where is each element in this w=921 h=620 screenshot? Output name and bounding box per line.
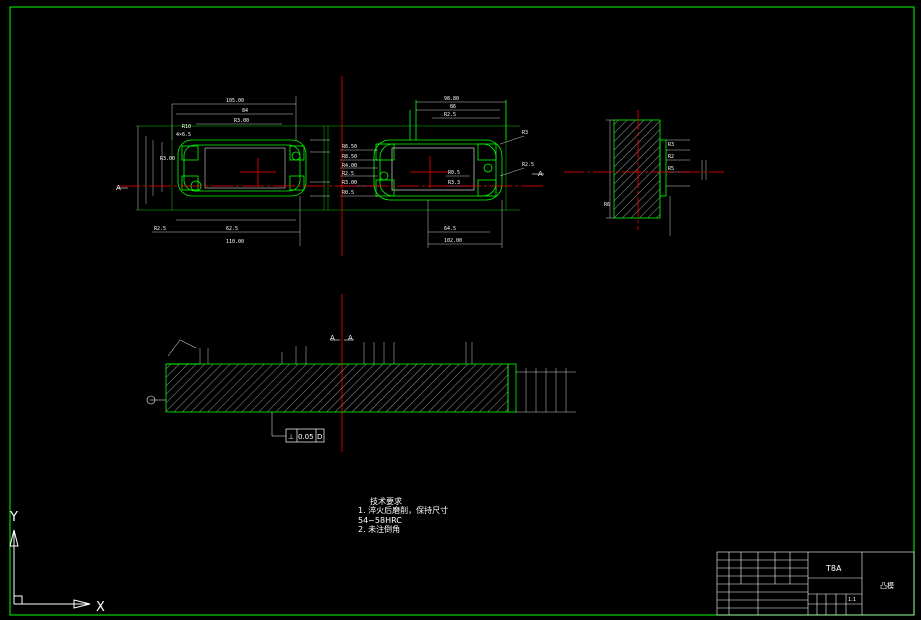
svg-text:R4.00: R4.00 xyxy=(342,163,357,169)
svg-text:4×6.5: 4×6.5 xyxy=(176,132,191,138)
svg-text:R0.5: R0.5 xyxy=(342,190,354,196)
section-label-a-bottom-2: A xyxy=(348,334,353,342)
svg-text:R6: R6 xyxy=(604,202,610,208)
svg-text:R3.00: R3.00 xyxy=(160,156,175,162)
svg-text:102.00: 102.00 xyxy=(444,238,462,244)
notes-line-3: 2. 未注倒角 xyxy=(358,524,400,534)
section-label-a-right: A xyxy=(538,170,543,178)
svg-text:R8.50: R8.50 xyxy=(342,154,357,160)
svg-text:R2.5: R2.5 xyxy=(522,162,534,168)
svg-text:64.5: 64.5 xyxy=(444,226,456,232)
section-markers xyxy=(118,173,544,341)
svg-text:R2.5: R2.5 xyxy=(342,171,354,177)
plan-view-left xyxy=(177,139,307,197)
notes-line-2: 54~58HRC xyxy=(358,516,402,525)
ucs-x-label: X xyxy=(96,600,105,615)
title-block-scale: 1:1 xyxy=(848,597,856,603)
svg-text:110.00: 110.00 xyxy=(226,239,244,245)
title-block-material: T8A xyxy=(825,564,842,573)
technical-notes: 技术要求 1. 淬火后磨削，保持尺寸 54~58HRC 2. 未注倒角 xyxy=(358,496,448,534)
svg-text:R6.50: R6.50 xyxy=(342,144,357,150)
svg-text:105.00: 105.00 xyxy=(226,98,244,104)
section-view-bottom xyxy=(146,339,576,437)
ucs-y-label: Y xyxy=(9,510,18,525)
notes-line-1: 1. 淬火后磨削，保持尺寸 xyxy=(358,505,448,515)
section-label-a-left: A xyxy=(116,184,121,192)
gdt-frame: ⊥ 0.05 D xyxy=(285,428,325,443)
title-block-part-name: 凸模 xyxy=(880,581,894,590)
gdt-datum: D xyxy=(317,433,322,441)
svg-text:62.5: 62.5 xyxy=(226,226,238,232)
svg-text:R3.00: R3.00 xyxy=(342,180,357,186)
dims-left-view xyxy=(136,96,520,246)
svg-text:R3.3: R3.3 xyxy=(448,180,460,186)
svg-text:R2.5: R2.5 xyxy=(154,226,166,232)
svg-text:R5: R5 xyxy=(668,166,674,172)
plan-view-middle xyxy=(373,100,507,201)
svg-text:R3.00: R3.00 xyxy=(234,118,249,124)
svg-text:98.80: 98.80 xyxy=(444,96,459,102)
svg-text:R0.5: R0.5 xyxy=(448,170,460,176)
svg-text:84: 84 xyxy=(242,108,248,114)
section-label-a-bottom-1: A xyxy=(330,334,335,342)
gdt-symbol: ⊥ xyxy=(288,433,294,441)
svg-text:R3: R3 xyxy=(522,130,528,136)
svg-text:86: 86 xyxy=(450,104,456,110)
svg-text:R2.5: R2.5 xyxy=(444,112,456,118)
notes-title: 技术要求 xyxy=(370,496,402,506)
dim-text-left: 105.00 84 R3.00 62.5 110.00 R2.5 4×6.5 R… xyxy=(154,98,249,245)
cad-drawing-canvas[interactable]: 105.00 84 R3.00 62.5 110.00 R2.5 4×6.5 R… xyxy=(0,0,921,620)
side-view: R3 R2 R5 R6 xyxy=(604,119,707,236)
svg-text:R2: R2 xyxy=(668,154,674,160)
svg-text:R10: R10 xyxy=(182,124,191,130)
drawing-frame xyxy=(9,6,915,616)
svg-text:R3: R3 xyxy=(668,142,674,148)
gdt-tolerance: 0.05 xyxy=(298,433,314,441)
ucs-icon xyxy=(9,529,91,609)
